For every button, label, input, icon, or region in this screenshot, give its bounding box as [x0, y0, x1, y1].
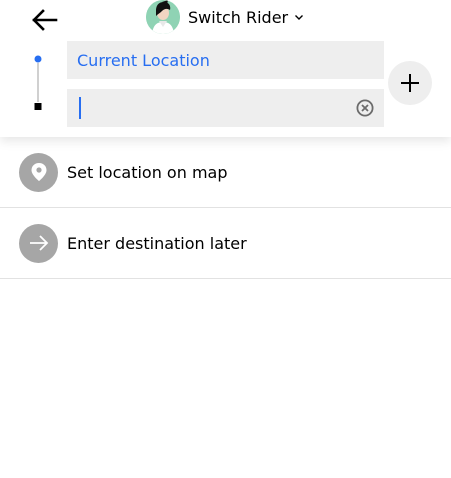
suggestion-list: Set location on map Enter destination la…: [0, 137, 451, 279]
destination-square-icon: [34, 103, 42, 110]
arrow-left-icon: [32, 9, 58, 31]
clear-icon: [356, 99, 374, 117]
destination-input[interactable]: [77, 93, 337, 123]
route-connector: [34, 55, 42, 110]
switch-rider-button[interactable]: Switch Rider: [146, 0, 304, 34]
add-stop-button[interactable]: [388, 61, 432, 105]
list-item-set-location-on-map[interactable]: Set location on map: [0, 137, 451, 208]
pickup-field[interactable]: Current Location: [67, 41, 384, 79]
back-button[interactable]: [26, 4, 62, 36]
arrow-right-icon: [19, 223, 58, 263]
switch-rider-label: Switch Rider: [188, 7, 289, 27]
pickup-dot-icon: [34, 55, 42, 63]
avatar: [146, 0, 180, 34]
plus-icon: [401, 74, 419, 92]
destination-field[interactable]: [67, 89, 384, 127]
clear-input-button[interactable]: [355, 98, 375, 118]
map-pin-icon: [19, 152, 58, 192]
person-icon: [146, 0, 180, 34]
search-header: Switch Rider Current Location: [0, 0, 451, 137]
list-item-label: Set location on map: [67, 162, 228, 182]
pickup-value: Current Location: [77, 50, 210, 70]
list-item-label: Enter destination later: [67, 233, 247, 253]
list-item-enter-destination-later[interactable]: Enter destination later: [0, 208, 451, 279]
text-cursor: [79, 97, 81, 119]
chevron-down-icon: [294, 13, 304, 21]
